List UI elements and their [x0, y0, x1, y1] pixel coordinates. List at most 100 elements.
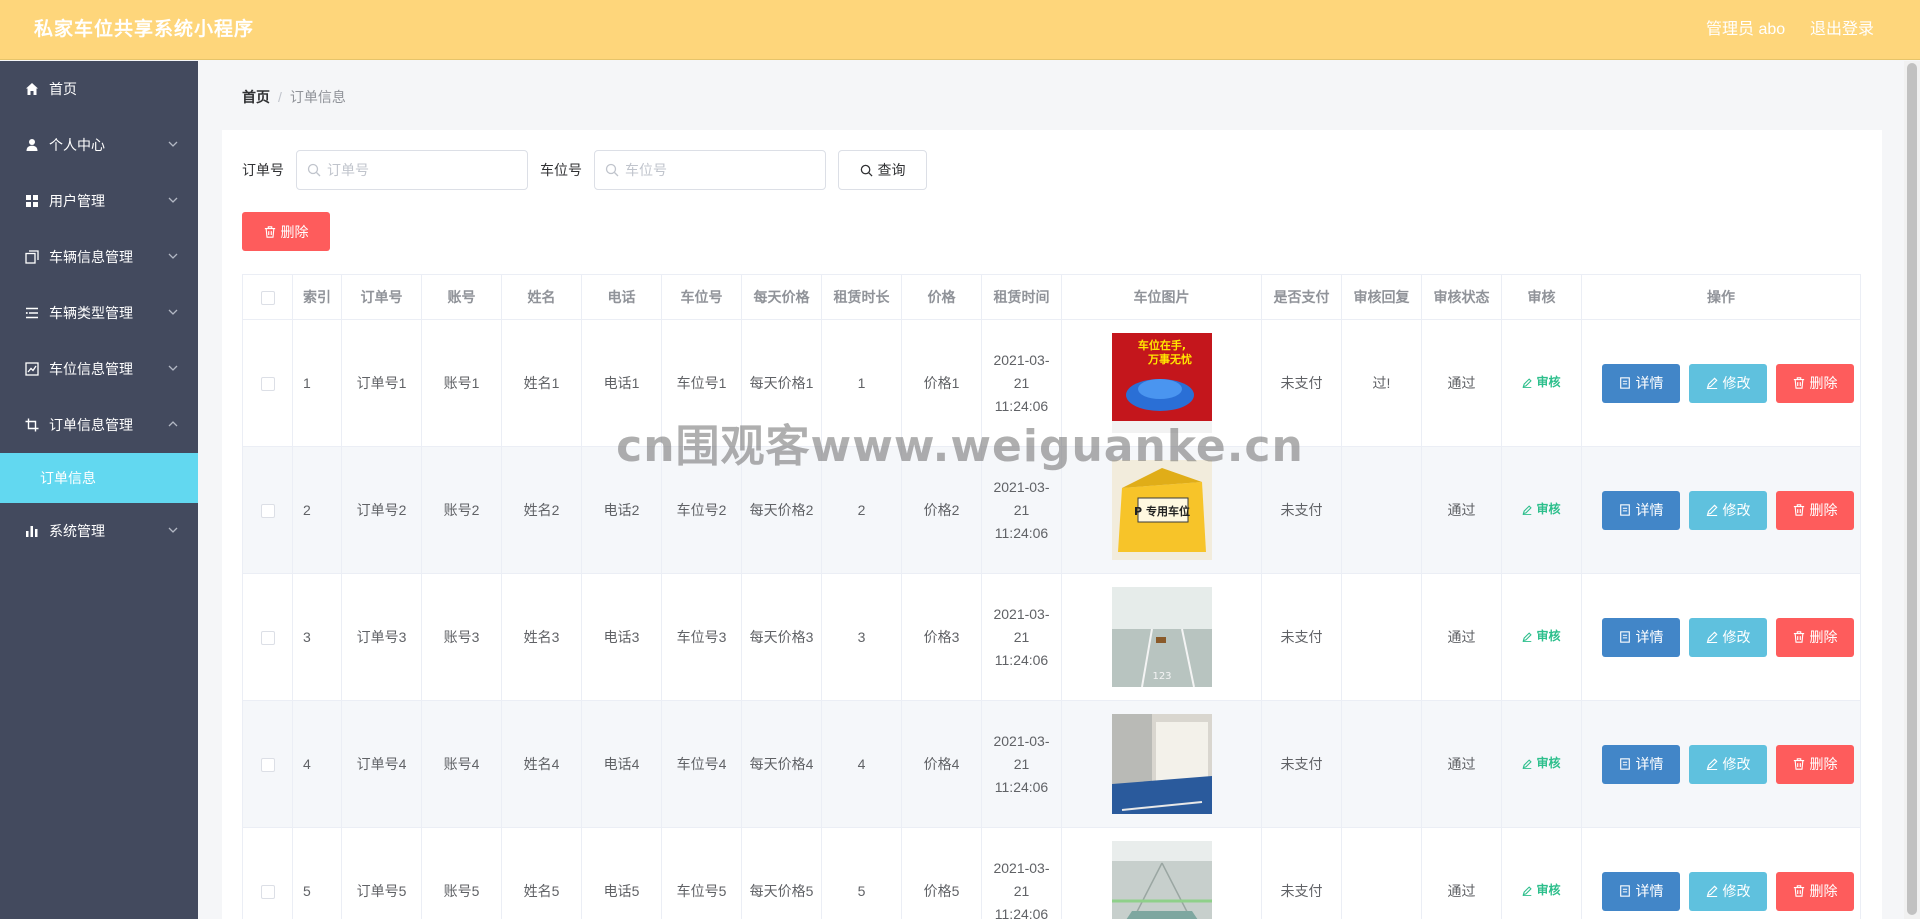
cell-time: 2021-03-21 11:24:06	[981, 573, 1062, 701]
scrollbar-thumb[interactable]	[1907, 63, 1917, 915]
cell-price: 价格4	[901, 700, 982, 828]
row-checkbox[interactable]	[260, 503, 275, 518]
cell-status: 通过	[1421, 827, 1502, 919]
cell-account: 账号2	[421, 446, 502, 574]
delete-button-label: 删除	[1809, 882, 1838, 899]
cell-image	[1061, 827, 1262, 919]
sidebar-subitem-order-info[interactable]: 订单信息	[0, 453, 198, 503]
delete-button[interactable]: 删除	[1776, 490, 1854, 530]
edit-icon	[1706, 504, 1718, 516]
cell-index: 1	[292, 319, 342, 447]
detail-button-label: 详情	[1635, 628, 1664, 645]
row-checkbox-cell[interactable]	[242, 700, 293, 828]
row-checkbox-cell[interactable]	[242, 319, 293, 447]
document-icon	[1619, 758, 1630, 770]
detail-button[interactable]: 详情	[1602, 363, 1680, 403]
space-number-input[interactable]: 车位号	[594, 150, 826, 190]
query-button[interactable]: 查询	[838, 150, 927, 190]
sidebar-item-label: 车辆类型管理	[49, 305, 133, 321]
delete-button-label: 删除	[1809, 374, 1838, 391]
cell-name: 姓名2	[501, 446, 582, 574]
row-checkbox-cell[interactable]	[242, 573, 293, 701]
row-checkbox[interactable]	[260, 376, 275, 391]
audit-link[interactable]: 审核	[1522, 752, 1561, 775]
sidebar: 首页 个人中心 用户管理 车辆信息管理 车辆类型管理 车位信息管理 订单信息管理…	[0, 61, 198, 919]
cell-space: 车位号3	[661, 573, 742, 701]
row-checkbox-cell[interactable]	[242, 827, 293, 919]
cell-reply: 过!	[1341, 319, 1422, 447]
row-checkbox[interactable]	[260, 884, 275, 899]
column-header: 审核状态	[1421, 274, 1502, 320]
cell-phone: 电话4	[581, 700, 662, 828]
sidebar-item-vehicle-types[interactable]: 车辆类型管理	[0, 285, 198, 341]
edit-button[interactable]: 修改	[1689, 490, 1767, 530]
column-header: 审核回复	[1341, 274, 1422, 320]
order-number-input[interactable]: 订单号	[296, 150, 528, 190]
edit-icon	[1523, 759, 1533, 769]
sidebar-item-profile[interactable]: 个人中心	[0, 117, 198, 173]
audit-link[interactable]: 审核	[1522, 498, 1561, 521]
cell-duration: 4	[821, 700, 902, 828]
sidebar-subitem-label: 订单信息	[40, 470, 96, 486]
query-button-label: 查询	[877, 162, 906, 178]
table-row[interactable]: 3 订单号3 账号3 姓名3 电话3 车位号3 每天价格3 3 价格3 2021-03-21 11…	[242, 573, 1861, 701]
detail-button[interactable]: 详情	[1602, 617, 1680, 657]
sidebar-item-vehicles[interactable]: 车辆信息管理	[0, 229, 198, 285]
table-row[interactable]: 2 订单号2 账号2 姓名2 电话2 车位号2 每天价格2 2 价格2 2021-03-21 11…	[242, 446, 1861, 574]
column-header: 索引	[292, 274, 342, 320]
grid-icon	[24, 193, 40, 209]
audit-link[interactable]: 审核	[1522, 625, 1561, 648]
edit-button[interactable]: 修改	[1689, 363, 1767, 403]
table-row[interactable]: 4 订单号4 账号4 姓名4 电话4 车位号4 每天价格4 4 价格4 2021-03-21 11…	[242, 700, 1861, 828]
sidebar-item-parking-spaces[interactable]: 车位信息管理	[0, 341, 198, 397]
image-caption-bottom: 万事无忧	[1147, 352, 1192, 366]
sidebar-item-system[interactable]: 系统管理	[0, 503, 198, 559]
document-icon	[1619, 885, 1630, 897]
search-icon	[605, 163, 619, 177]
delete-button[interactable]: 删除	[1776, 744, 1854, 784]
delete-button[interactable]: 删除	[1776, 871, 1854, 911]
delete-button[interactable]: 删除	[1776, 363, 1854, 403]
row-checkbox-cell[interactable]	[242, 446, 293, 574]
column-header: 租赁时间	[981, 274, 1062, 320]
cell-account: 账号3	[421, 573, 502, 701]
page-scrollbar[interactable]	[1904, 61, 1920, 919]
audit-link[interactable]: 审核	[1522, 371, 1561, 394]
column-header: 操作	[1581, 274, 1861, 320]
cell-name: 姓名3	[501, 573, 582, 701]
cell-price: 价格3	[901, 573, 982, 701]
edit-button[interactable]: 修改	[1689, 871, 1767, 911]
detail-button[interactable]: 详情	[1602, 490, 1680, 530]
delete-button[interactable]: 删除	[1776, 617, 1854, 657]
edit-icon	[1523, 505, 1533, 515]
detail-button-label: 详情	[1635, 882, 1664, 899]
sidebar-item-orders[interactable]: 订单信息管理	[0, 397, 198, 453]
document-icon	[1619, 504, 1630, 516]
row-checkbox[interactable]	[260, 630, 275, 645]
column-header: 账号	[421, 274, 502, 320]
row-checkbox[interactable]	[260, 757, 275, 772]
select-all-checkbox-cell[interactable]	[242, 274, 293, 320]
cell-status: 通过	[1421, 446, 1502, 574]
cell-actions: 详情 修改 删除	[1581, 319, 1861, 447]
audit-link[interactable]: 审核	[1522, 879, 1561, 902]
column-header: 是否支付	[1261, 274, 1342, 320]
detail-button[interactable]: 详情	[1602, 871, 1680, 911]
user-icon	[24, 137, 40, 153]
table-row[interactable]: 5 订单号5 账号5 姓名5 电话5 车位号5 每天价格5 5 价格5 2021-03-21 11…	[242, 827, 1861, 919]
breadcrumb-home[interactable]: 首页	[242, 89, 270, 105]
cell-daily: 每天价格4	[741, 700, 822, 828]
select-all-checkbox[interactable]	[260, 291, 275, 306]
sidebar-item-users[interactable]: 用户管理	[0, 173, 198, 229]
parking-space-image	[1111, 714, 1212, 814]
detail-button[interactable]: 详情	[1602, 744, 1680, 784]
table-row[interactable]: 1 订单号1 账号1 姓名1 电话1 车位号1 每天价格1 1 价格1 2021-03-21 11…	[242, 319, 1861, 447]
sidebar-item-home[interactable]: 首页	[0, 61, 198, 117]
audit-link-label: 审核	[1536, 502, 1561, 517]
trash-icon	[1793, 631, 1804, 643]
edit-button[interactable]: 修改	[1689, 744, 1767, 784]
edit-button[interactable]: 修改	[1689, 617, 1767, 657]
logout-link[interactable]: 退出登录	[1810, 0, 1874, 60]
batch-delete-button[interactable]: 删除	[242, 212, 330, 251]
sidebar-item-label: 订单信息管理	[49, 417, 133, 433]
